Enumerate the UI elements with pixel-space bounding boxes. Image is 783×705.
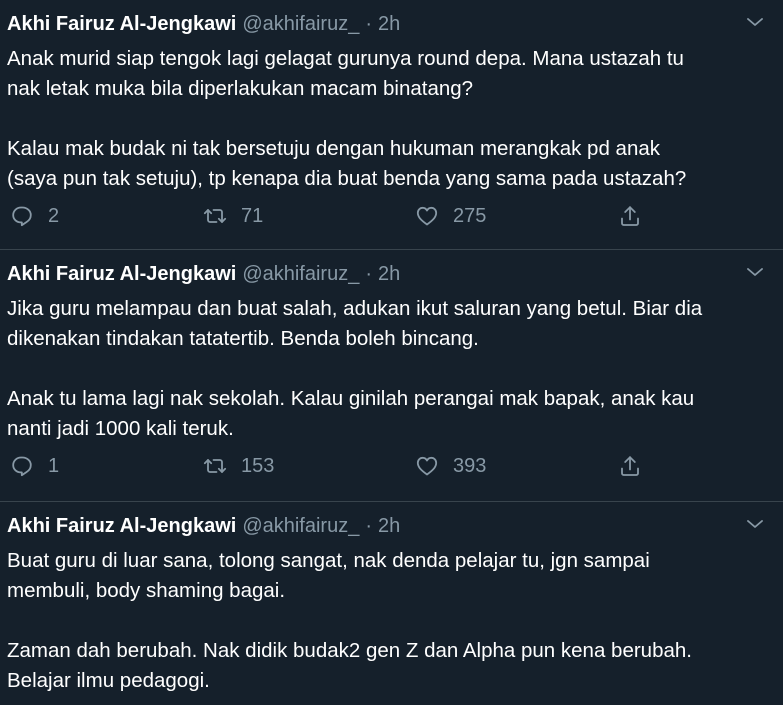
tweet-text: Buat guru di luar sana, tolong sangat, n…: [7, 546, 777, 696]
display-name[interactable]: Akhi Fairuz Al-Jengkawi: [7, 515, 236, 538]
tweet-paragraph: Anak tu lama lagi nak sekolah. Kalau gin…: [7, 387, 695, 440]
tweet-actions: 1 153 393: [0, 448, 783, 484]
tweet-thread: Akhi Fairuz Al-Jengkawi @akhifairuz_ · 2…: [0, 0, 783, 705]
like-icon: [416, 206, 438, 226]
timestamp[interactable]: 2h: [378, 263, 400, 286]
reply-button[interactable]: 2: [10, 198, 59, 234]
tweet-paragraph: Anak murid siap tengok lagi gelagat guru…: [7, 47, 684, 100]
header-separator: ·: [365, 262, 373, 285]
tweet-paragraph: Zaman dah berubah. Nak didik budak2 gen …: [7, 639, 692, 692]
reply-icon: [12, 456, 32, 477]
tweet-actions: 2 71 275: [0, 198, 783, 234]
timestamp[interactable]: 2h: [378, 13, 400, 36]
user-handle[interactable]: @akhifairuz_: [242, 515, 359, 538]
chevron-down-icon[interactable]: [745, 262, 765, 282]
tweet-paragraph: Buat guru di luar sana, tolong sangat, n…: [7, 549, 650, 602]
reply-icon: [12, 206, 32, 227]
tweet[interactable]: Akhi Fairuz Al-Jengkawi @akhifairuz_ · 2…: [0, 502, 783, 705]
reply-button[interactable]: 1: [10, 448, 59, 484]
display-name[interactable]: Akhi Fairuz Al-Jengkawi: [7, 13, 236, 36]
retweet-button[interactable]: 153: [203, 448, 274, 484]
tweet[interactable]: Akhi Fairuz Al-Jengkawi @akhifairuz_ · 2…: [0, 250, 783, 502]
tweet-header: Akhi Fairuz Al-Jengkawi @akhifairuz_ · 2…: [7, 512, 400, 540]
tweet-text: Jika guru melampau dan buat salah, aduka…: [7, 294, 777, 444]
like-button[interactable]: 275: [415, 198, 486, 234]
like-count: 275: [453, 204, 487, 227]
tweet-header: Akhi Fairuz Al-Jengkawi @akhifairuz_ · 2…: [7, 10, 400, 38]
retweet-icon: [203, 209, 227, 223]
tweet[interactable]: Akhi Fairuz Al-Jengkawi @akhifairuz_ · 2…: [0, 0, 783, 250]
header-separator: ·: [365, 514, 373, 537]
header-separator: ·: [365, 12, 373, 35]
retweet-count: 153: [241, 454, 275, 477]
display-name[interactable]: Akhi Fairuz Al-Jengkawi: [7, 263, 236, 286]
retweet-button[interactable]: 71: [203, 198, 263, 234]
reply-count: 2: [48, 204, 60, 227]
retweet-count: 71: [241, 204, 264, 227]
like-count: 393: [453, 454, 487, 477]
share-icon: [621, 206, 639, 226]
like-button[interactable]: 393: [415, 448, 486, 484]
tweet-paragraph: Kalau mak budak ni tak bersetuju dengan …: [7, 137, 687, 190]
share-button[interactable]: [618, 198, 642, 234]
tweet-header: Akhi Fairuz Al-Jengkawi @akhifairuz_ · 2…: [7, 260, 400, 288]
user-handle[interactable]: @akhifairuz_: [242, 13, 359, 36]
like-icon: [416, 456, 438, 476]
retweet-icon: [203, 459, 227, 473]
chevron-down-icon[interactable]: [745, 12, 765, 32]
tweet-text: Anak murid siap tengok lagi gelagat guru…: [7, 44, 777, 194]
chevron-down-icon[interactable]: [745, 514, 765, 534]
reply-count: 1: [48, 454, 60, 477]
tweet-paragraph: Jika guru melampau dan buat salah, aduka…: [7, 297, 703, 350]
share-icon: [621, 456, 639, 476]
share-button[interactable]: [618, 448, 642, 484]
timestamp[interactable]: 2h: [378, 515, 400, 538]
user-handle[interactable]: @akhifairuz_: [242, 263, 359, 286]
